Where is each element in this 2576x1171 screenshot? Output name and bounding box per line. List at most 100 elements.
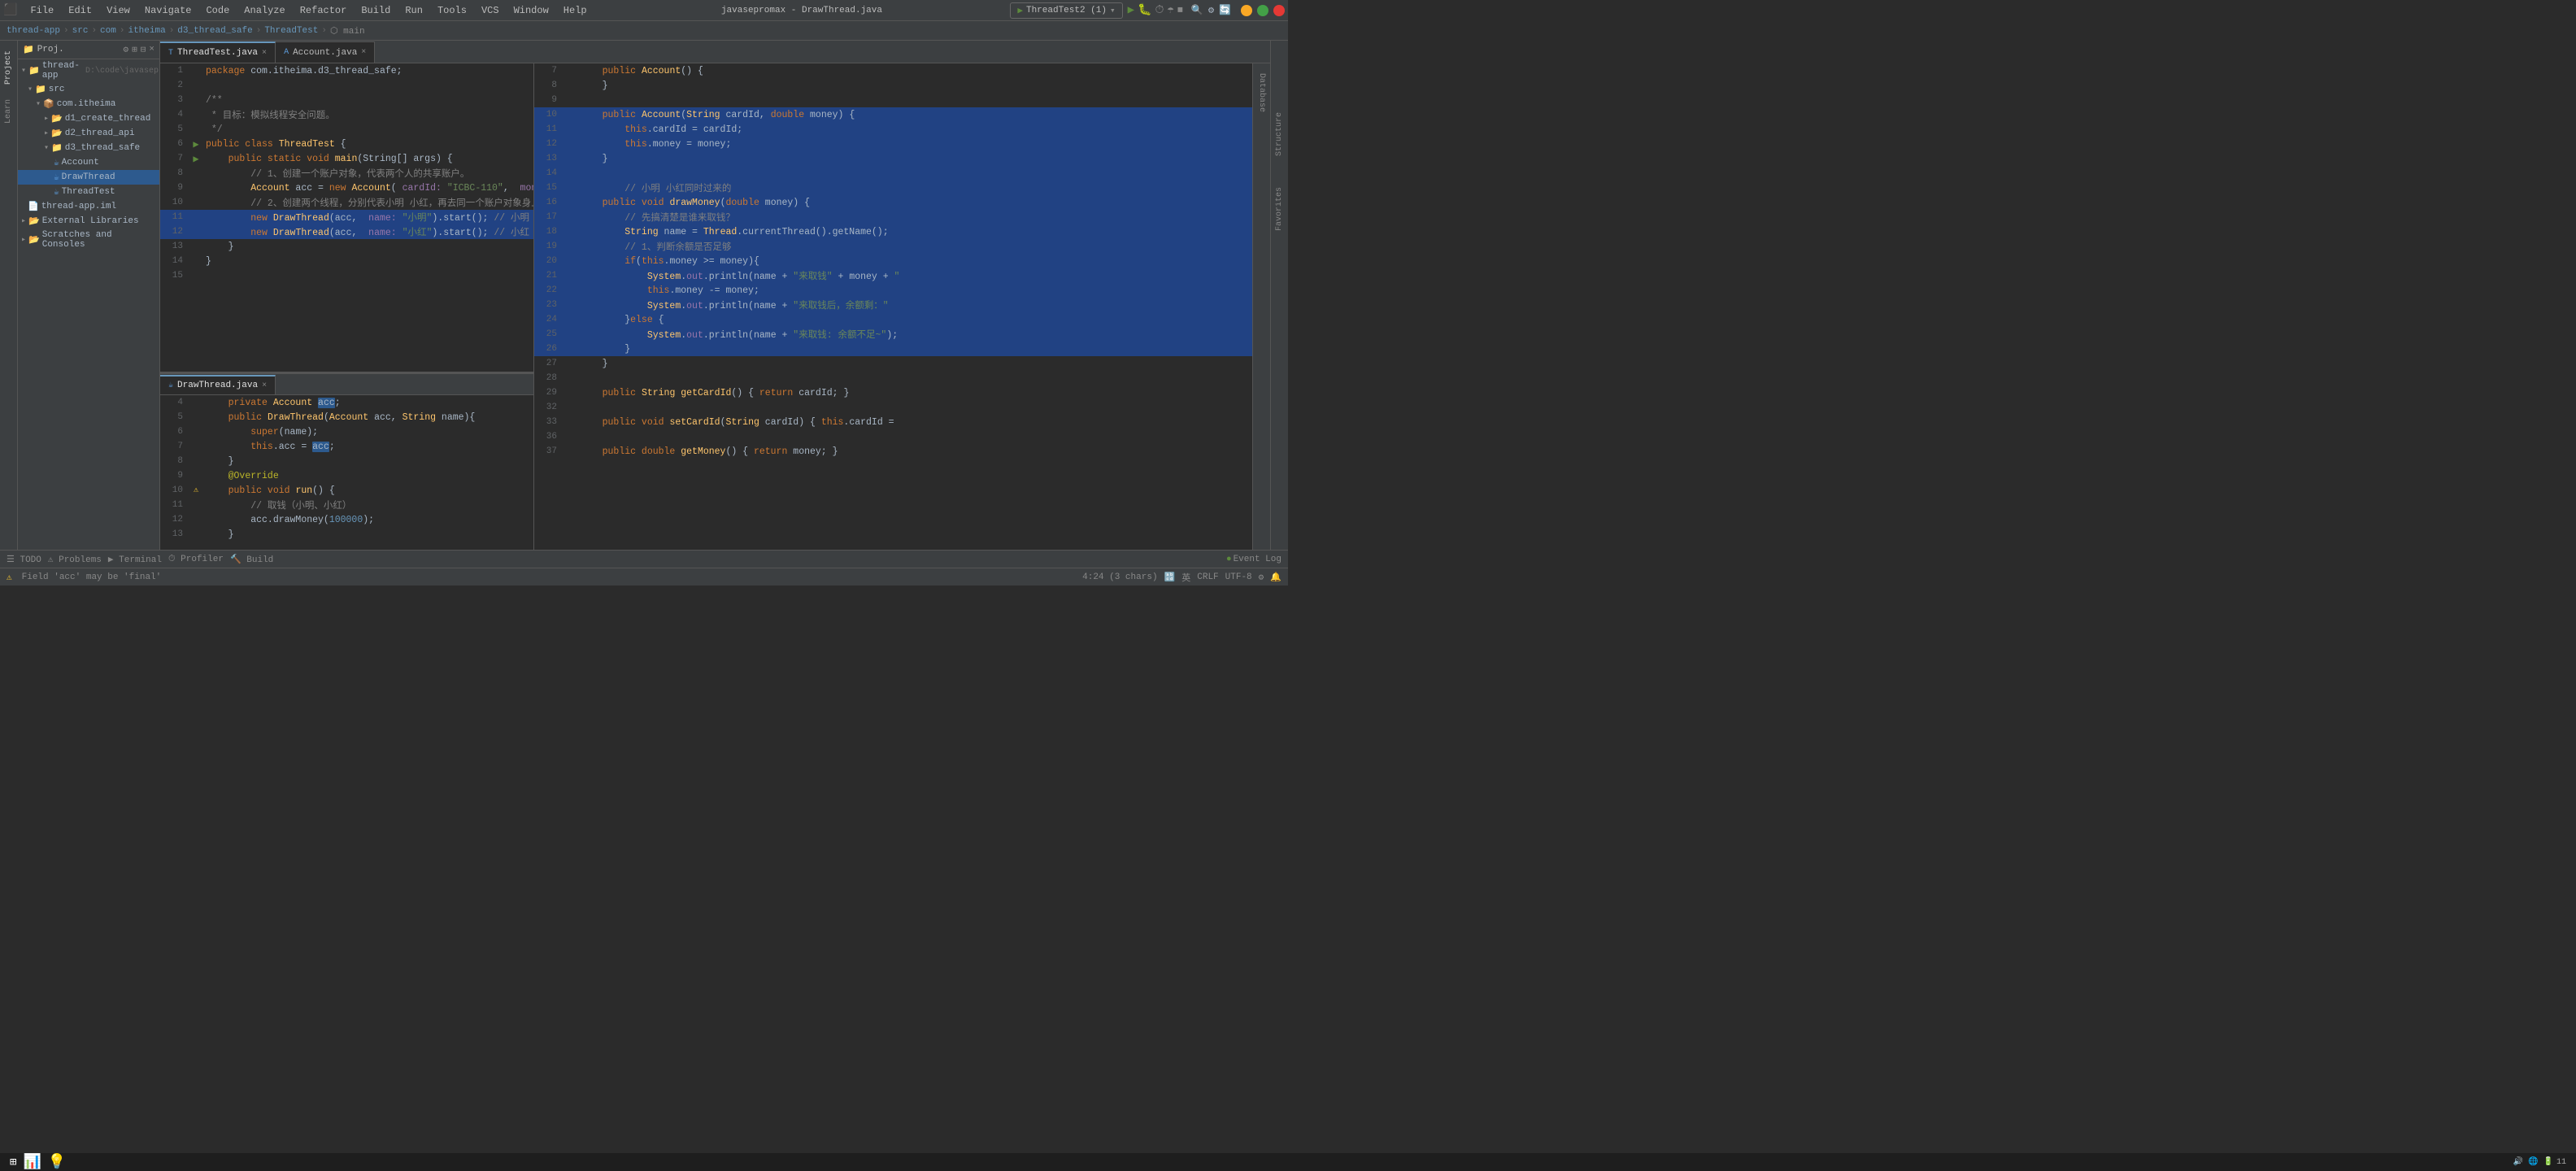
code-line-highlighted: 14 (534, 166, 1252, 181)
sidebar-item-d1[interactable]: ▸ 📂 d1_create_thread (18, 111, 159, 126)
menu-vcs[interactable]: VCS (475, 3, 506, 18)
menu-help[interactable]: Help (557, 3, 594, 18)
notifications-icon[interactable]: 🔔 (1270, 572, 1281, 583)
sidebar-item-external-libs[interactable]: ▸ 📂 External Libraries (18, 214, 159, 229)
update-icon[interactable]: 🔄 (1219, 4, 1231, 16)
breadcrumb-main[interactable]: ⬡ main (330, 25, 365, 37)
java-file-icon: T (168, 49, 173, 58)
line-number: 36 (534, 432, 564, 442)
profile-button[interactable]: ⏱ (1155, 4, 1164, 17)
editor-account[interactable]: 7 public Account() { 8 } 9 (534, 63, 1252, 550)
build-tab[interactable]: 🔨 Build (230, 554, 273, 565)
debug-button[interactable]: 🐛 (1138, 3, 1151, 17)
sidebar-item-account[interactable]: ☕ Account (18, 155, 159, 170)
java-icon: ☕ (54, 172, 59, 183)
menu-edit[interactable]: Edit (62, 3, 98, 18)
breadcrumb-src[interactable]: src (72, 26, 89, 36)
editor-threadtest[interactable]: 1 package com.itheima.d3_thread_safe; 2 … (160, 63, 533, 372)
project-tab[interactable]: Project (2, 44, 15, 91)
terminal-tab[interactable]: ▶ Terminal (108, 554, 162, 565)
todo-tab[interactable]: ☰ TODO (7, 554, 41, 565)
menu-file[interactable]: File (24, 3, 60, 18)
line-number: 21 (534, 271, 564, 281)
sidebar-item-d3[interactable]: ▾ 📁 d3_thread_safe (18, 141, 159, 155)
line-number: 14 (534, 168, 564, 178)
tab-label: DrawThread.java (177, 381, 258, 390)
menu-code[interactable]: Code (199, 3, 236, 18)
favorites-tab[interactable]: Favorites (1273, 181, 1286, 237)
sidebar-item-d2[interactable]: ▸ 📂 d2_thread_api (18, 126, 159, 141)
tree-item-label: com.itheima (57, 99, 116, 109)
menu-analyze[interactable]: Analyze (237, 3, 291, 18)
tab-threadtest[interactable]: T ThreadTest.java × (160, 41, 276, 63)
breadcrumb-com[interactable]: com (100, 26, 116, 36)
stop-button[interactable]: ⏹ (1177, 4, 1183, 17)
run-config-dropdown[interactable]: ▶ ThreadTest2 (1) ▾ (1010, 2, 1122, 19)
editor-drawthread[interactable]: 4 private Account acc; 5 public DrawThre… (160, 395, 533, 550)
tree-expand-icon: ▸ (44, 128, 49, 138)
structure-tab[interactable]: Structure (1273, 106, 1286, 163)
sidebar-item-iml[interactable]: 📄 thread-app.iml (18, 199, 159, 214)
line-content: // 1、创建一个账户对象，代表两个人的共享账户。 (202, 167, 533, 180)
line-content: // 2、创建两个线程，分别代表小明 小红，再去同一个账户对象身上取钱10万 (202, 196, 533, 209)
breadcrumb-project[interactable]: thread-app (7, 26, 60, 36)
tab-account[interactable]: A Account.java × (276, 41, 375, 63)
sidebar-item-src[interactable]: ▾ 📁 src (18, 82, 159, 97)
tree-item-label: src (49, 85, 65, 94)
line-content: this.money = money; (577, 139, 1252, 150)
problems-tab[interactable]: ⚠ Problems (48, 554, 102, 565)
sidebar-close-icon[interactable]: × (149, 45, 154, 54)
tree-item-path: D:\code\javasepr... (85, 67, 160, 76)
encoding-icon[interactable]: 🔡 (1164, 572, 1176, 583)
settings-icon[interactable]: ⚙ (1208, 4, 1214, 16)
menu-tools[interactable]: Tools (431, 3, 473, 18)
tree-expand-icon: ▾ (21, 66, 26, 76)
sidebar-item-com-itheima[interactable]: ▾ 📦 com.itheima (18, 97, 159, 111)
sidebar-settings-icon[interactable]: ⚙ (124, 44, 129, 55)
sidebar-item-scratches[interactable]: ▸ 📂 Scratches and Consoles (18, 229, 159, 251)
tab-drawthread[interactable]: ☕ DrawThread.java × (160, 375, 276, 394)
settings-icon[interactable]: ⚙ (1259, 572, 1264, 583)
menu-build[interactable]: Build (355, 3, 397, 18)
line-number: 27 (534, 359, 564, 368)
menu-navigate[interactable]: Navigate (138, 3, 198, 18)
menu-run[interactable]: Run (398, 3, 429, 18)
tab-close-icon[interactable]: × (262, 381, 267, 390)
sidebar-item-drawthread[interactable]: ☕ DrawThread (18, 170, 159, 185)
tab-label: ThreadTest.java (177, 48, 258, 58)
sidebar-collapse-icon[interactable]: ⊟ (141, 44, 146, 55)
run-config-label: ThreadTest2 (1) (1026, 6, 1107, 15)
run-gutter-icon[interactable]: ▶ (193, 153, 198, 165)
code-line: 27 } (534, 356, 1252, 371)
minimize-button[interactable] (1241, 5, 1252, 16)
breadcrumb-sep1: › (63, 26, 69, 36)
sidebar-item-thread-app[interactable]: ▾ 📁 thread-app D:\code\javasepr... (18, 59, 159, 82)
sidebar-expand-icon[interactable]: ⊞ (132, 44, 137, 55)
menu-refactor[interactable]: Refactor (294, 3, 354, 18)
breadcrumb-d3[interactable]: d3_thread_safe (177, 26, 252, 36)
menu-view[interactable]: View (100, 3, 137, 18)
run-gutter-icon[interactable]: ▶ (193, 138, 198, 150)
tree-expand-icon: ▾ (36, 99, 41, 109)
profiler-tab[interactable]: ⏱ Profiler (168, 555, 224, 564)
close-button[interactable] (1273, 5, 1285, 16)
tab-close-icon[interactable]: × (361, 48, 366, 57)
database-tab[interactable]: Database (1255, 67, 1268, 119)
tab-close-icon[interactable]: × (262, 49, 267, 58)
line-number: 9 (160, 471, 189, 481)
code-line: 6 ▶ public class ThreadTest { (160, 137, 533, 151)
learn-tab[interactable]: Learn (2, 93, 15, 130)
line-content: package com.itheima.d3_thread_safe; (202, 66, 533, 76)
code-line-highlighted: 20 if(this.money >= money){ (534, 254, 1252, 268)
event-log-tab[interactable]: Event Log (1234, 555, 1281, 564)
maximize-button[interactable] (1257, 5, 1268, 16)
menu-window[interactable]: Window (507, 3, 555, 18)
search-button[interactable]: 🔍 (1191, 4, 1203, 16)
run-button[interactable]: ▶ (1128, 3, 1134, 17)
sidebar-item-threadtest[interactable]: ☕ ThreadTest (18, 185, 159, 199)
breadcrumb-itheima[interactable]: itheima (128, 26, 165, 36)
breadcrumb-threadtest[interactable]: ThreadTest (264, 26, 318, 36)
code-line-highlighted: 21 System.out.println(name + "来取钱" + mon… (534, 268, 1252, 283)
tree-item-label: thread-app (42, 61, 80, 81)
coverage-button[interactable]: ☂ (1167, 3, 1173, 17)
